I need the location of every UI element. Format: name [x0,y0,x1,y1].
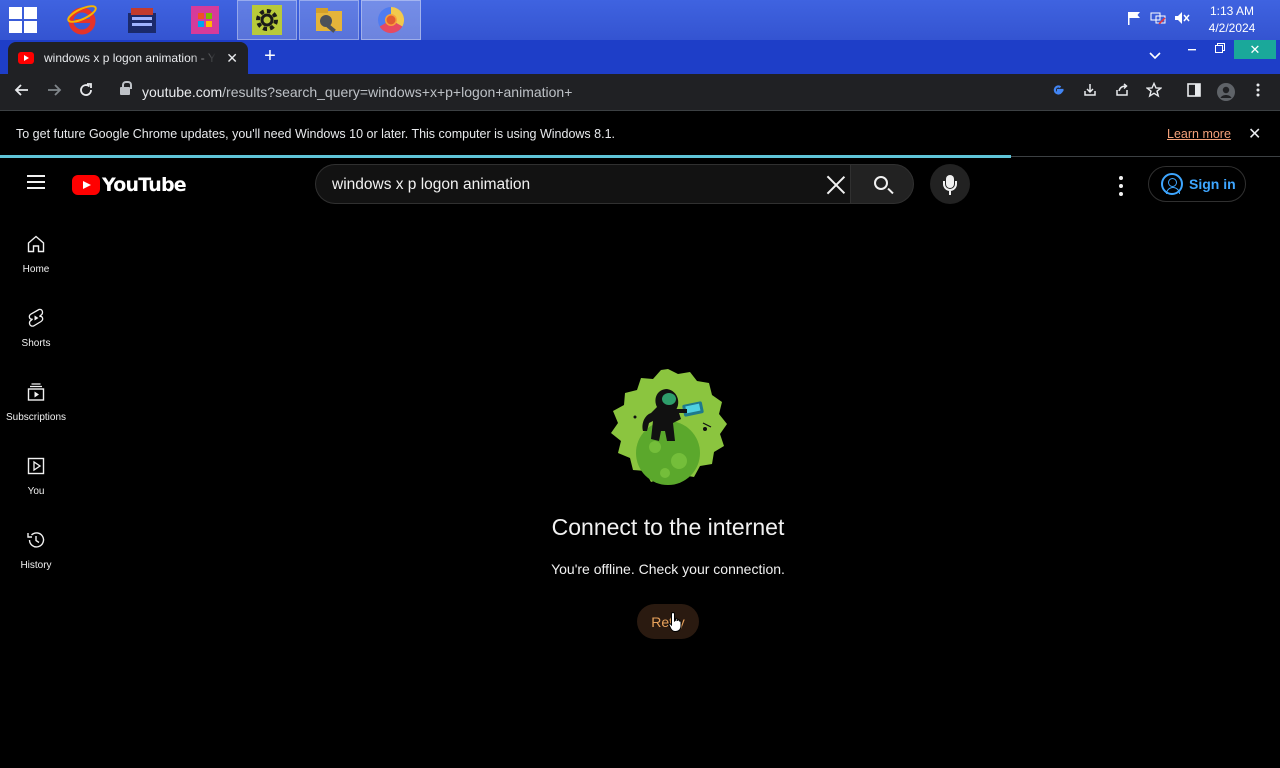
media-app-icon[interactable] [112,0,172,40]
url-text: youtube.com/results?search_query=windows… [142,84,572,100]
tab-close-icon[interactable]: ✕ [226,50,238,67]
guide-item-you[interactable]: You [0,444,72,518]
you-icon [27,457,45,475]
install-app-icon[interactable] [1080,82,1100,102]
volume-muted-icon[interactable] [1174,10,1190,26]
guide-label-shorts: Shorts [21,338,51,349]
update-infobar: To get future Google Chrome updates, you… [0,110,1280,156]
youtube-favicon-icon [18,52,34,64]
chrome-taskbar-icon[interactable] [361,0,421,40]
windows-taskbar: 1:13 AM 4/2/2024 [0,0,1280,40]
guide-label-you: You [27,486,45,497]
system-tray [1126,10,1190,26]
infobar-close-icon[interactable]: ✕ [1248,124,1261,144]
side-panel-icon[interactable] [1184,82,1204,102]
windows-start-icon[interactable] [8,6,38,34]
offline-astronaut-illustration [611,369,727,485]
settings-more-icon[interactable] [1111,174,1131,198]
share-icon[interactable] [1112,82,1132,102]
guide-menu-icon[interactable] [27,175,45,189]
youtube-wordmark: YouTube [102,174,187,196]
search-icon [874,176,888,190]
guide-label-subscriptions: Subscriptions [5,412,67,423]
guide-label-home: Home [22,264,50,275]
guide-item-subscriptions[interactable]: Subscriptions [0,370,72,444]
clear-search-icon[interactable] [824,172,848,196]
hand-cursor-icon [668,611,682,632]
settings-icon[interactable] [237,0,297,40]
restore-window-icon[interactable] [1208,40,1232,60]
youtube-play-logo-icon [72,175,100,195]
guide-item-history[interactable]: History [0,518,72,592]
store-icon[interactable] [175,0,235,40]
url-host: youtube.com [142,84,223,100]
close-window-icon[interactable]: ✕ [1234,40,1276,59]
guide-item-shorts[interactable]: Shorts [0,296,72,370]
url-path: /results?search_query=windows+x+p+logon+… [222,84,573,100]
minimize-window-icon[interactable] [1180,40,1204,60]
network-icon[interactable] [1150,10,1166,26]
chrome-menu-icon[interactable] [1248,82,1268,102]
sign-in-label: Sign in [1189,176,1236,192]
clock-time: 1:13 AM [1209,4,1255,18]
tab-search-chevron-icon[interactable] [1146,47,1164,67]
microphone-leg [949,191,951,195]
history-icon [27,532,45,548]
address-bar[interactable]: youtube.com/results?search_query=windows… [108,78,1108,106]
chrome-tab-strip: windows x p logon animation - Y ✕ + [0,40,1280,74]
account-circle-icon [1161,173,1183,195]
offline-message: You're offline. Check your connection. [551,561,785,577]
home-icon [27,235,45,253]
offline-title: Connect to the internet [551,514,785,540]
clock-date: 4/2/2024 [1208,21,1256,35]
subscriptions-icon [27,383,45,401]
browser-tab-youtube[interactable]: windows x p logon animation - Y ✕ [8,42,248,74]
search-input[interactable]: windows x p logon animation [315,164,851,204]
guide-item-home[interactable]: Home [0,222,72,296]
learn-more-link[interactable]: Learn more [1167,127,1231,141]
sign-in-button[interactable]: Sign in [1148,166,1246,202]
bookmark-star-icon[interactable] [1144,81,1164,102]
reload-icon[interactable] [76,82,96,102]
back-arrow-icon[interactable] [12,82,32,102]
browser-toolbar: youtube.com/results?search_query=windows… [0,74,1280,110]
page-load-progress-track [1011,156,1280,157]
voice-search-button[interactable] [930,164,970,204]
profile-avatar-icon[interactable] [1216,82,1236,102]
youtube-logo[interactable]: YouTube [72,174,187,196]
google-lens-icon[interactable] [1048,82,1068,102]
microphone-stand [943,181,957,191]
youtube-masthead: YouTube windows x p logon animation Sign… [0,158,1280,214]
lock-icon[interactable] [120,81,132,96]
action-center-flag-icon[interactable] [1126,10,1142,26]
shorts-icon [28,308,44,327]
system-clock[interactable]: 1:13 AM 4/2/2024 [1202,3,1262,37]
tab-title: windows x p logon animation - Y [44,51,216,65]
new-tab-button[interactable]: + [260,46,280,66]
guide-label-history: History [20,560,52,571]
internet-explorer-icon[interactable] [52,0,112,40]
forward-arrow-icon[interactable] [44,82,64,102]
search-button[interactable] [850,164,914,204]
search-query-text: windows x p logon animation [332,176,531,193]
infobar-message: To get future Google Chrome updates, you… [16,127,615,141]
file-explorer-icon[interactable] [299,0,359,40]
